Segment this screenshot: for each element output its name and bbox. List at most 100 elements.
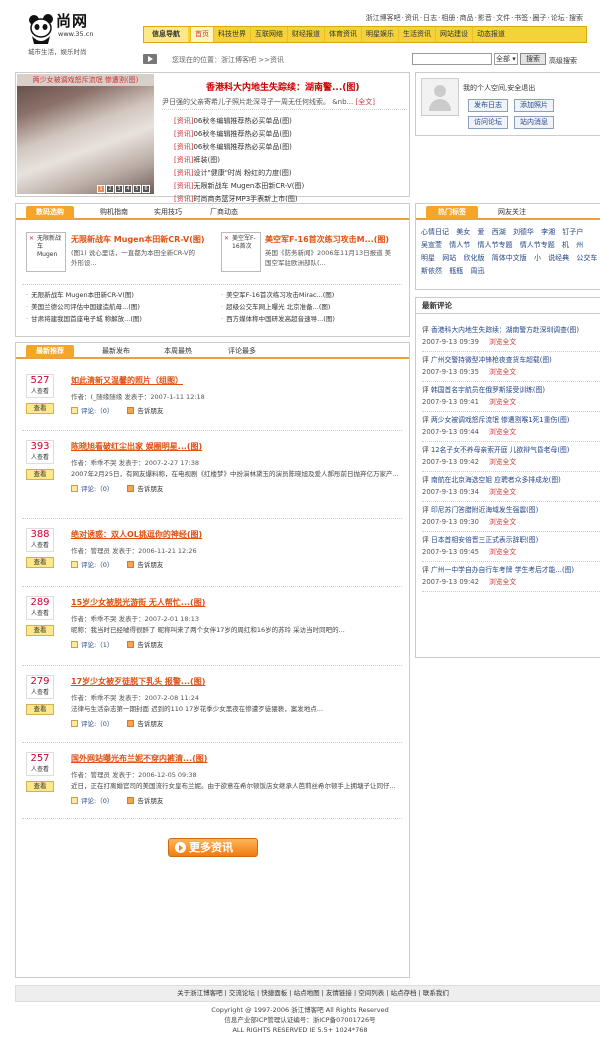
visit-forum-button[interactable]: 访问论坛 [468, 116, 508, 129]
headline-photo[interactable]: 两少女被调戏怒斥流氓 惨遭割(图) 1 2 3 4 5 6 [17, 74, 154, 194]
tag-link[interactable]: 州 [576, 241, 583, 249]
tell-friend-link[interactable]: 告诉朋友 [137, 485, 163, 493]
list-item[interactable]: 无限新战车 Mugen本田新CR-V(图) [26, 289, 142, 301]
photo-page-3[interactable]: 3 [115, 185, 123, 193]
comment-link[interactable]: 评论:（0） [81, 485, 113, 493]
read-full-link[interactable]: 浏览全文 [489, 518, 516, 526]
list-item[interactable]: 美国兰德公司评估中国建造航母...(图) [26, 301, 142, 313]
list-item[interactable]: [资讯]06秋冬编辑推荐热必买单品(图) [174, 128, 304, 141]
tag-link[interactable]: 情人节专题 [477, 241, 512, 249]
comment-article-link[interactable]: 韩国首名宇航员在俄罗斯接受训练(图) [431, 386, 545, 394]
tag-link[interactable]: 小 [534, 254, 541, 262]
read-full-link[interactable]: 浏览全文 [489, 368, 516, 376]
tag-link[interactable]: 钉子户 [562, 228, 583, 236]
tag-link[interactable]: 刘德华 [513, 228, 534, 236]
view-button[interactable]: 查看 [26, 625, 54, 636]
photo-page-1[interactable]: 1 [97, 185, 105, 193]
footer-links[interactable]: 关于浙江博客吧 | 交流论坛 | 快捷面板 | 站点地图 | 友情链接 | 空间… [15, 985, 600, 1002]
view-button[interactable]: 查看 [26, 781, 54, 792]
view-button[interactable]: 查看 [26, 704, 54, 715]
tag-link[interactable]: 情人节 [449, 241, 470, 249]
comment-article-link[interactable]: 印尼苏门答腊附近海域发生强震(图) [431, 506, 538, 514]
tell-friend-link[interactable]: 告诉朋友 [137, 641, 163, 649]
read-full-link[interactable]: 浏览全文 [489, 548, 516, 556]
photo-page-6[interactable]: 6 [142, 185, 150, 193]
photo-page-5[interactable]: 5 [133, 185, 141, 193]
read-full-link[interactable]: 浏览全文 [489, 488, 516, 496]
tag-link[interactable]: 情人节专题 [520, 241, 555, 249]
nav-item-sports[interactable]: 体育资讯 [324, 27, 361, 42]
read-full-link[interactable]: 浏览全文 [489, 338, 516, 346]
advanced-search-link[interactable]: 高级搜索 [549, 56, 577, 66]
tag-link[interactable]: 简体中文版 [492, 254, 527, 262]
product-title[interactable]: 无限新战车 Mugen本田新CR-V(图) [71, 234, 205, 245]
nav-item-internet[interactable]: 互联网络 [250, 27, 287, 42]
list-item[interactable]: 甘肃将建我国首座电子城 称解放...(图) [26, 313, 142, 325]
tell-friend-link[interactable]: 告诉朋友 [137, 407, 163, 415]
list-item[interactable]: [资讯]裤装(图) [174, 154, 304, 167]
read-full-link[interactable]: 浏览全文 [489, 398, 516, 406]
toplink-media[interactable]: 影音 [478, 14, 492, 22]
tab-digital-buy[interactable]: 数码选购 [26, 206, 74, 219]
comment-link[interactable]: 评论:（0） [81, 797, 113, 805]
search-scope-select[interactable]: 全部 ▾ [494, 53, 518, 65]
list-item[interactable]: 美空军F-16首次练习攻击Mirac...(图) [221, 289, 335, 301]
tag-link[interactable]: 斯依然 [421, 267, 442, 275]
comment-article-link[interactable]: 香港科大内地生失踪续：湖南警方赴深圳调查(图) [431, 326, 579, 334]
tag-link[interactable]: 公交车 [576, 254, 597, 262]
site-logo[interactable]: 尚网 www.35.cn 城市生活，娱乐时尚 [22, 6, 112, 56]
article-title[interactable]: 如此清新又温馨的照片（组图） [71, 375, 183, 386]
post-diary-button[interactable]: 发布日志 [468, 99, 508, 112]
nav-item-finance[interactable]: 财经报道 [287, 27, 324, 42]
tag-link[interactable]: 李湘 [541, 228, 555, 236]
nav-item-life[interactable]: 生活资讯 [398, 27, 435, 42]
headline-title[interactable]: 香港科大内地生失踪续：湖南警...(图) [206, 80, 359, 93]
toplink-circles[interactable]: 圈子 [533, 14, 547, 22]
article-title[interactable]: 陈晓旭看破红尘出家 娱圈明星...(图) [71, 441, 202, 452]
tab-most-comments[interactable]: 评论最多 [218, 345, 266, 358]
search-button[interactable]: 搜索 [520, 53, 546, 65]
list-item[interactable]: [资讯]无限新战车 Mugen本田新CR-V(图) [174, 180, 304, 193]
tag-link[interactable]: 明星 [421, 254, 435, 262]
comment-link[interactable]: 评论:（0） [81, 407, 113, 415]
add-photo-button[interactable]: 添加照片 [514, 99, 554, 112]
photo-caption[interactable]: 两少女被调戏怒斥流氓 惨遭割(图) [17, 74, 154, 86]
product-title[interactable]: 美空军F-16首次练习攻击M...(图) [265, 234, 389, 245]
comment-link[interactable]: 评论:（0） [81, 720, 113, 728]
headline-more-link[interactable]: [全文] [355, 98, 374, 106]
tag-link[interactable]: 心情日记 [421, 228, 449, 236]
tab-user-follow[interactable]: 网友关注 [488, 206, 536, 219]
tab-week-hot[interactable]: 本周最热 [156, 345, 200, 358]
nav-item-home[interactable]: 首页 [190, 27, 213, 42]
tab-hot-tags[interactable]: 热门标签 [426, 206, 478, 219]
comment-article-link[interactable]: 12名子女不养母亲索开庭 儿欲辩气昏老母(图) [431, 446, 569, 454]
tag-link[interactable]: 瓶瓶 [449, 267, 463, 275]
comment-article-link[interactable]: 两少女被调戏怒斥流氓 惨遭割喉1死1重伤(图) [431, 416, 569, 424]
tell-friend-link[interactable]: 告诉朋友 [137, 720, 163, 728]
comment-link[interactable]: 评论:（0） [81, 561, 113, 569]
read-full-link[interactable]: 浏览全文 [489, 428, 516, 436]
view-button[interactable]: 查看 [26, 403, 54, 414]
article-title[interactable]: 15岁少女被脱光游街 无人帮忙...(图) [71, 597, 205, 608]
photo-page-4[interactable]: 4 [124, 185, 132, 193]
nav-item-dynamic[interactable]: 动态报道 [472, 27, 509, 42]
profile-status[interactable]: 我的个人空间,安全退出 [463, 83, 535, 93]
list-item[interactable]: 超级公交车网上曝光 北京准备...(图) [221, 301, 335, 313]
search-input[interactable] [412, 53, 492, 65]
toplink-files[interactable]: 文件 [496, 14, 510, 22]
view-button[interactable]: 查看 [26, 557, 54, 568]
tag-link[interactable]: 欣化版 [463, 254, 484, 262]
photo-page-2[interactable]: 2 [106, 185, 114, 193]
messages-button[interactable]: 站内消息 [514, 116, 554, 129]
toplink-album[interactable]: 相册 [441, 14, 455, 22]
list-item[interactable]: [资讯]06秋冬编辑推荐热必买单品(图) [174, 115, 304, 128]
nav-item-entertainment[interactable]: 明星娱乐 [361, 27, 398, 42]
product-image[interactable]: 美空军F-16首次 [221, 232, 261, 272]
toplink-home[interactable]: 浙江博客吧 [366, 14, 401, 22]
toplink-goods[interactable]: 商品 [460, 14, 474, 22]
comment-article-link[interactable]: 广州一中学自办自行车考牌 学生考后才能...(图) [431, 566, 574, 574]
article-title[interactable]: 绝对诱惑：双人OL挑逗你的神经(图) [71, 529, 202, 540]
tag-link[interactable]: 机 [562, 241, 569, 249]
tell-friend-link[interactable]: 告诉朋友 [137, 797, 163, 805]
toplink-news[interactable]: 资讯 [405, 14, 419, 22]
